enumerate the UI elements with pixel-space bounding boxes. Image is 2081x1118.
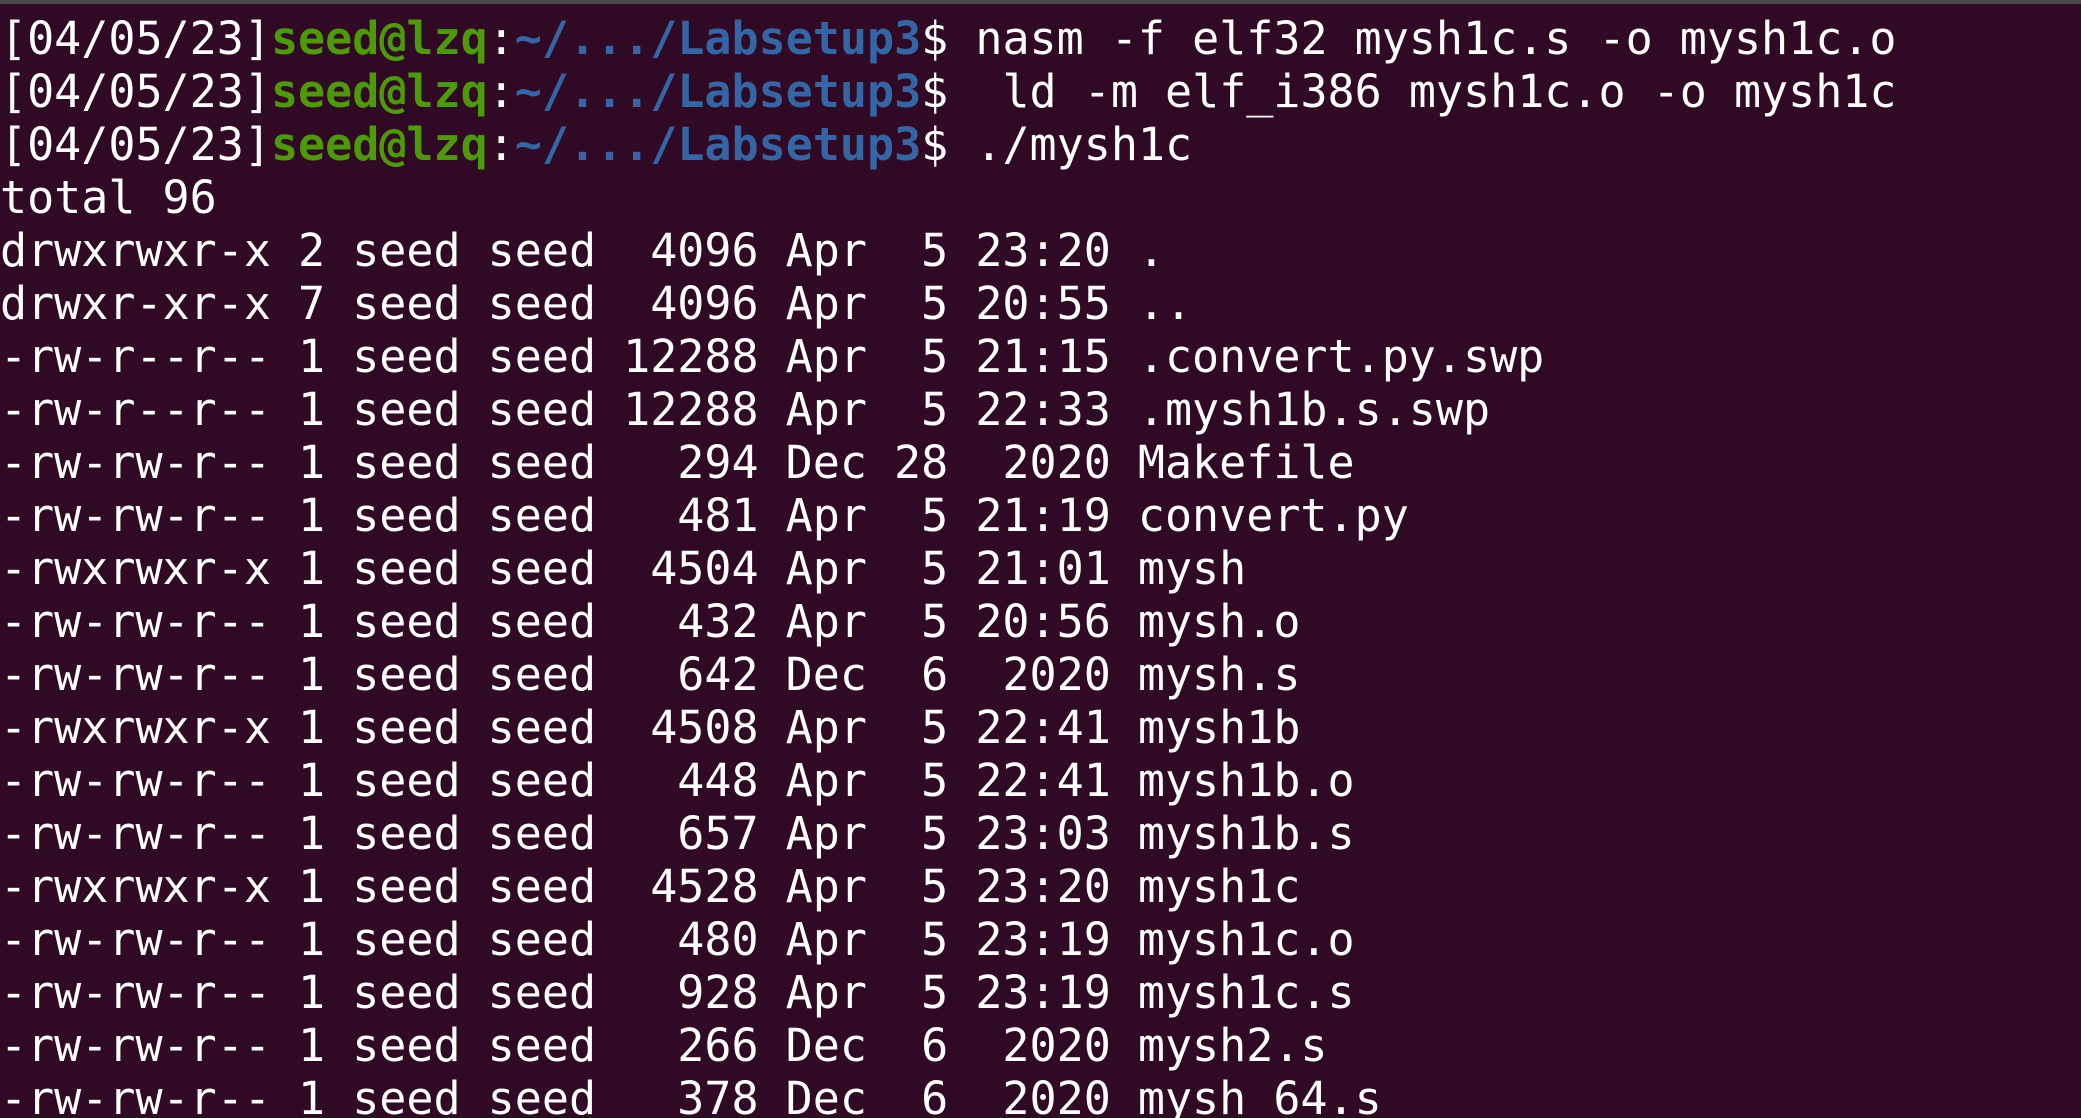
output-line: -rwxrwxr-x 1 seed seed 4508 Apr 5 22:41 … — [0, 701, 1301, 754]
output-line: -rw-rw-r-- 1 seed seed 480 Apr 5 23:19 m… — [0, 913, 1355, 966]
output-line: -rw-rw-r-- 1 seed seed 481 Apr 5 21:19 c… — [0, 489, 1409, 542]
output-line: -rw-r--r-- 1 seed seed 12288 Apr 5 21:15… — [0, 330, 1545, 383]
output-line: -rw-r--r-- 1 seed seed 12288 Apr 5 22:33… — [0, 383, 1491, 436]
prompt-line-2: [04/05/23]seed@lzq:~/.../Labsetup3$ ld -… — [0, 65, 2081, 118]
output-line: -rw-rw-r-- 1 seed seed 642 Dec 6 2020 my… — [0, 648, 1301, 701]
prompt-user-host: seed@lzq — [270, 12, 488, 65]
prompt-user-host: seed@lzq — [270, 118, 488, 171]
prompt-date: [04/05/23] — [0, 12, 271, 65]
output-line: drwxr-xr-x 7 seed seed 4096 Apr 5 20:55 … — [0, 277, 1193, 330]
output-line: -rw-rw-r-- 1 seed seed 294 Dec 28 2020 M… — [0, 436, 1355, 489]
prompt-dollar: $ — [921, 118, 949, 171]
prompt-path: ~/.../Labsetup3 — [514, 118, 922, 171]
output-line: -rw-rw-r-- 1 seed seed 378 Dec 6 2020 my… — [0, 1072, 1382, 1118]
prompt-dollar: $ — [921, 12, 949, 65]
command-text: nasm -f elf32 mysh1c.s -o mysh1c.o — [948, 12, 1897, 65]
command-text: ./mysh1c — [948, 118, 1193, 171]
output-line: -rw-rw-r-- 1 seed seed 448 Apr 5 22:41 m… — [0, 754, 1355, 807]
prompt-dollar: $ — [921, 65, 949, 118]
prompt-path: ~/.../Labsetup3 — [514, 12, 922, 65]
prompt-user-host: seed@lzq — [270, 65, 488, 118]
terminal-window[interactable]: [04/05/23]seed@lzq:~/.../Labsetup3$ nasm… — [0, 0, 2081, 1118]
output-line: -rwxrwxr-x 1 seed seed 4528 Apr 5 23:20 … — [0, 860, 1301, 913]
output-line: -rw-rw-r-- 1 seed seed 266 Dec 6 2020 my… — [0, 1019, 1328, 1072]
output-line: drwxrwxr-x 2 seed seed 4096 Apr 5 23:20 … — [0, 224, 1165, 277]
prompt-separator: : — [487, 65, 515, 118]
output-line: -rw-rw-r-- 1 seed seed 432 Apr 5 20:56 m… — [0, 595, 1301, 648]
output-line: -rw-rw-r-- 1 seed seed 928 Apr 5 23:19 m… — [0, 966, 1355, 1019]
prompt-separator: : — [487, 118, 515, 171]
output-line: -rw-rw-r-- 1 seed seed 657 Apr 5 23:03 m… — [0, 807, 1355, 860]
prompt-path: ~/.../Labsetup3 — [514, 65, 922, 118]
prompt-line-1: [04/05/23]seed@lzq:~/.../Labsetup3$ nasm… — [0, 12, 2081, 65]
prompt-separator: : — [487, 12, 515, 65]
command-text: ld -m elf_i386 mysh1c.o -o mysh1c — [948, 65, 1897, 118]
prompt-date: [04/05/23] — [0, 118, 271, 171]
output-line: total 96 — [0, 171, 217, 224]
prompt-line-3: [04/05/23]seed@lzq:~/.../Labsetup3$ ./my… — [0, 118, 2081, 171]
prompt-date: [04/05/23] — [0, 65, 271, 118]
output-line: -rwxrwxr-x 1 seed seed 4504 Apr 5 21:01 … — [0, 542, 1247, 595]
